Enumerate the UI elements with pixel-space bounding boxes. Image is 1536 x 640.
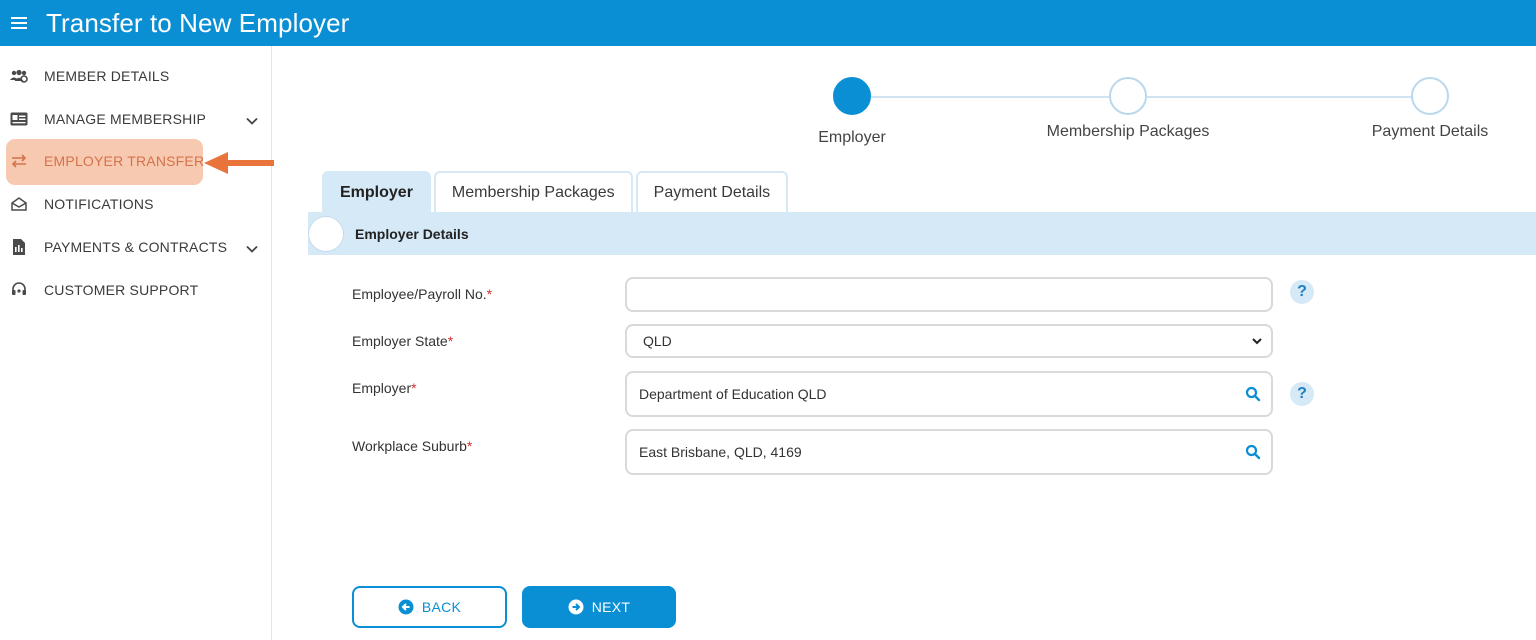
step-indicator-employer [833,77,871,115]
sidebar: MEMBER DETAILS MANAGE MEMBERSHIP EMPLOYE… [0,46,274,640]
employer-input-wrapper [625,371,1273,417]
sidebar-item-label: PAYMENTS & CONTRACTS [44,239,228,255]
help-icon[interactable]: ? [1290,382,1314,406]
step-label-employer: Employer [818,129,886,146]
sidebar-item-label: CUSTOMER SUPPORT [44,282,199,298]
back-button[interactable]: BACK [352,586,507,628]
employer-input[interactable] [627,386,1271,402]
sidebar-item-notifications[interactable]: NOTIFICATIONS [0,186,272,222]
step-label-membership-packages: Membership Packages [1046,123,1210,140]
headset-icon [10,281,28,299]
payroll-label: Employee/Payroll No.* [352,286,493,302]
tab-payment-details[interactable]: Payment Details [635,171,789,212]
sidebar-item-customer-support[interactable]: CUSTOMER SUPPORT [0,272,272,308]
stepper-connector [1147,96,1413,98]
document-icon [10,238,28,256]
arrow-right-circle-icon [568,599,584,615]
tab-bar: Employer Membership Packages Payment Det… [322,171,791,212]
arrow-left-circle-icon [398,599,414,615]
employer-state-value: QLD [643,333,672,349]
step-indicator-membership-packages [1109,77,1147,115]
sidebar-item-payments-contracts[interactable]: PAYMENTS & CONTRACTS [0,229,272,265]
employer-state-select[interactable]: QLD [625,324,1273,358]
payroll-input-wrapper [625,277,1273,312]
sidebar-item-label: NOTIFICATIONS [44,196,154,212]
step-label-payment-details: Payment Details [1371,123,1489,140]
search-icon[interactable] [1245,444,1261,460]
sidebar-item-label: MEMBER DETAILS [44,68,170,84]
tab-employer[interactable]: Employer [322,171,431,212]
chevron-down-icon [1252,338,1262,345]
envelope-icon [10,195,28,213]
payroll-input[interactable] [627,286,1271,303]
workplace-suburb-input[interactable] [627,444,1271,460]
sidebar-item-label: EMPLOYER TRANSFER [44,153,205,169]
section-header: Employer Details [308,212,1536,255]
step-indicator-payment-details [1411,77,1449,115]
workplace-suburb-label: Workplace Suburb* [352,438,473,454]
tab-membership-packages[interactable]: Membership Packages [433,171,633,212]
suburb-input-wrapper [625,429,1273,475]
sidebar-item-label: MANAGE MEMBERSHIP [44,111,207,127]
section-circle-icon [308,216,344,252]
page-title: Transfer to New Employer [46,7,350,38]
help-icon[interactable]: ? [1290,280,1314,304]
next-button[interactable]: NEXT [522,586,676,628]
sidebar-item-manage-membership[interactable]: MANAGE MEMBERSHIP [0,101,272,137]
pointer-arrow-icon [204,152,274,174]
employer-label: Employer* [352,380,417,396]
chevron-down-icon[interactable] [244,241,260,257]
next-button-label: NEXT [591,599,631,615]
back-button-label: BACK [421,599,462,615]
sidebar-item-member-details[interactable]: MEMBER DETAILS [0,58,272,94]
hamburger-icon[interactable] [2,0,36,46]
employer-state-label: Employer State* [352,333,454,349]
transfer-arrows-icon [10,152,28,170]
section-title: Employer Details [355,225,469,242]
member-group-icon [10,67,28,85]
app-header: Transfer to New Employer [0,0,1536,46]
search-icon[interactable] [1245,386,1261,402]
stepper-connector [871,96,1111,98]
id-card-icon [10,110,28,128]
chevron-down-icon[interactable] [244,113,260,129]
